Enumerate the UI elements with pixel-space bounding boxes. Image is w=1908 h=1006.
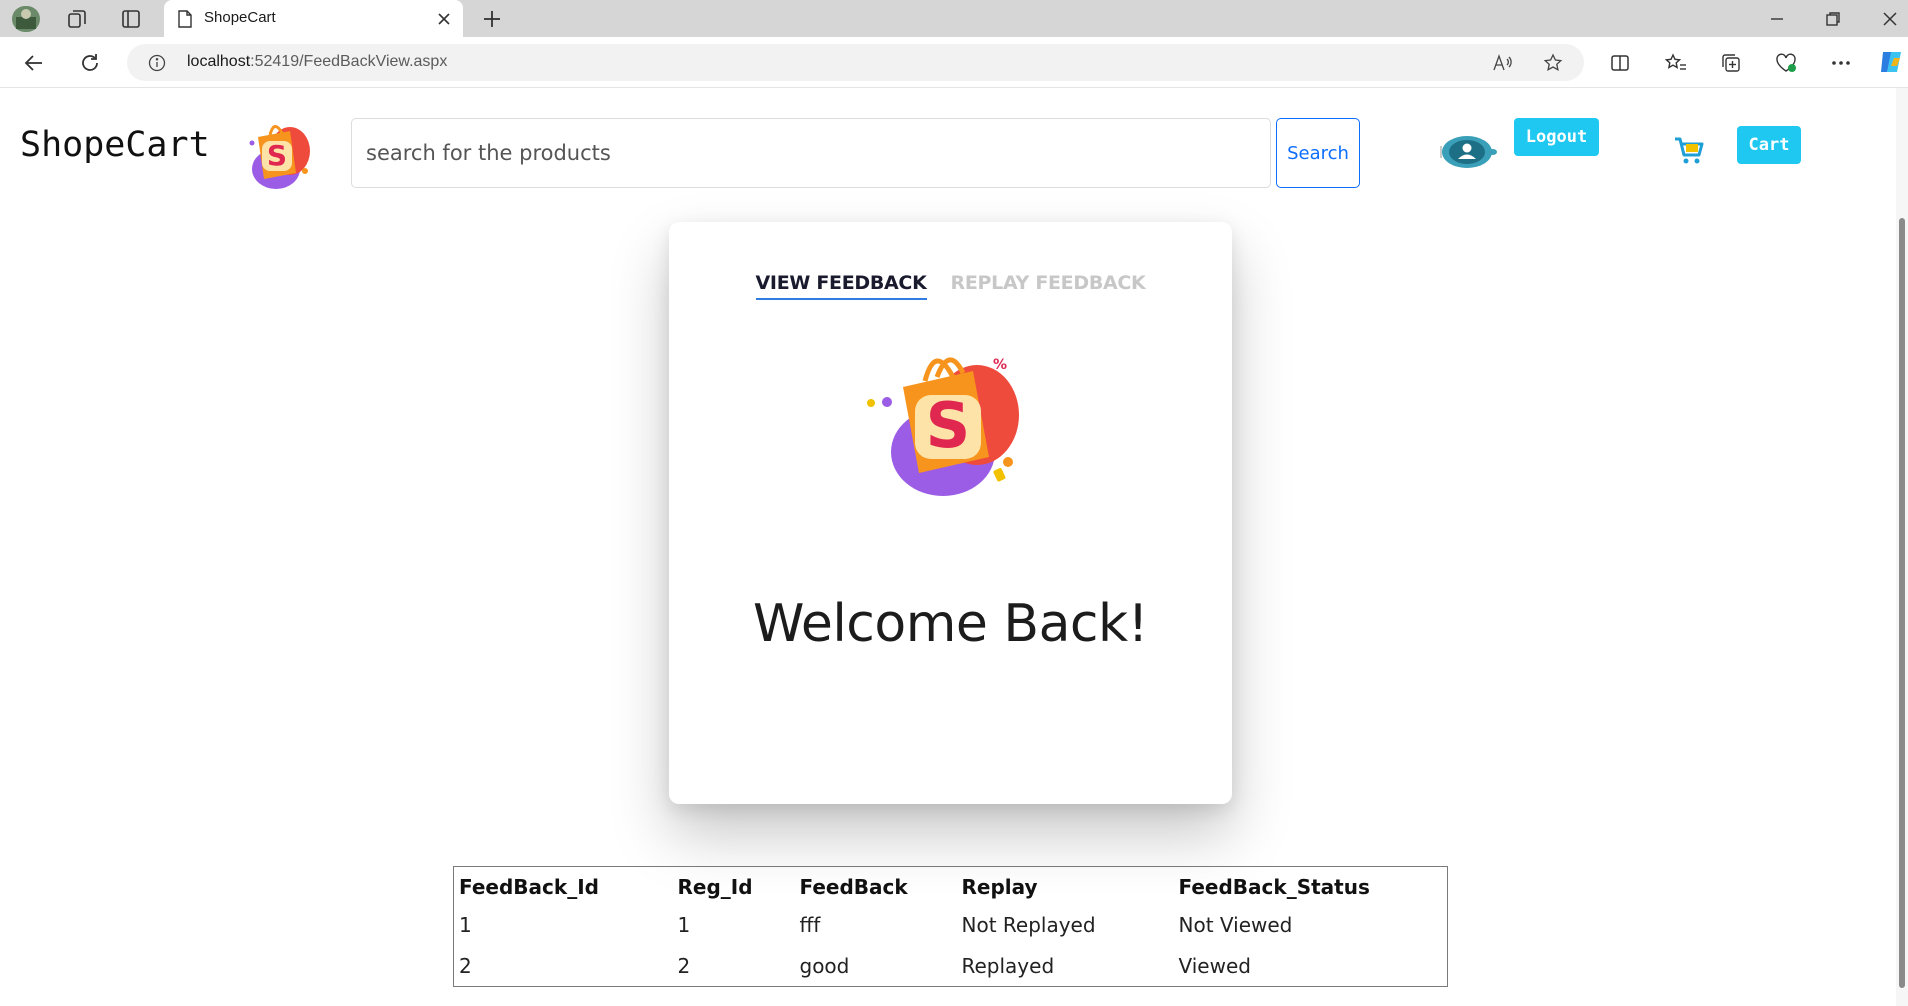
minimize-icon[interactable] [1764, 6, 1790, 32]
svg-text:S: S [267, 139, 287, 172]
cart-button[interactable]: Cart [1737, 126, 1801, 164]
table-row: 2 2 good Replayed Viewed [454, 946, 1448, 987]
url-path: :52419/FeedBackView.aspx [250, 53, 448, 70]
user-account-icon[interactable] [1440, 134, 1498, 170]
table-cell-feedback: good [799, 953, 850, 978]
column-header-feedback-id: FeedBack_Id [459, 874, 599, 899]
svg-text:%: % [993, 357, 1007, 373]
profile-avatar-icon[interactable] [10, 4, 42, 34]
browser-essentials-icon[interactable] [1772, 49, 1800, 77]
url-field[interactable]: localhost:52419/FeedBackView.aspx [127, 44, 1584, 81]
table-cell-reg-id: 2 [677, 953, 691, 978]
page-icon [176, 9, 194, 29]
read-aloud-icon[interactable] [1491, 52, 1515, 74]
svg-text:S: S [926, 389, 971, 462]
copilot-icon[interactable] [1876, 47, 1906, 77]
restore-icon[interactable] [1820, 6, 1846, 32]
tab-actions-icon[interactable] [118, 6, 144, 32]
welcome-heading: Welcome Back! [753, 594, 1148, 654]
tab-view-feedback[interactable]: VIEW FEEDBACK [755, 272, 927, 300]
tab-replay-feedback[interactable]: REPLAY FEEDBACK [951, 272, 1146, 300]
table-cell-replay: Not Replayed [961, 913, 1096, 937]
search-input[interactable] [351, 118, 1271, 188]
table-header-row: FeedBack_Id Reg_Id FeedBack Replay FeedB… [454, 867, 1448, 905]
feedback-tabs: VIEW FEEDBACK REPLAY FEEDBACK [669, 272, 1232, 300]
url-text: localhost:52419/FeedBackView.aspx [187, 53, 447, 71]
url-host: localhost [187, 53, 251, 70]
scrollbar-thumb[interactable] [1899, 218, 1905, 988]
table-cell-feedback-status: Not Viewed [1178, 913, 1293, 937]
tab-title: ShopeCart [204, 9, 276, 26]
feedback-table: FeedBack_Id Reg_Id FeedBack Replay FeedB… [453, 866, 1448, 987]
page-scrollbar[interactable] [1896, 88, 1908, 1006]
table-cell-feedback-status: Viewed [1178, 953, 1251, 978]
refresh-icon[interactable] [76, 49, 104, 77]
close-window-icon[interactable] [1877, 6, 1903, 32]
cart-icon[interactable] [1673, 134, 1705, 166]
column-header-feedback-status: FeedBack_Status [1178, 874, 1370, 899]
table-cell-reg-id: 1 [677, 913, 691, 937]
favorites-icon[interactable] [1662, 49, 1690, 77]
shop-logo-large-icon: S % [865, 337, 1035, 512]
table-cell-feedback: fff [799, 913, 821, 937]
table-cell-replay: Replayed [961, 953, 1055, 978]
column-header-replay: Replay [961, 874, 1038, 899]
column-header-reg-id: Reg_Id [677, 874, 753, 899]
site-info-icon[interactable] [147, 53, 167, 73]
shop-logo-icon[interactable]: S [238, 113, 320, 193]
back-arrow-icon[interactable] [20, 49, 48, 77]
table-row: 1 1 fff Not Replayed Not Viewed [454, 905, 1448, 946]
logout-button[interactable]: Logout [1514, 118, 1599, 156]
new-tab-icon[interactable] [479, 6, 505, 32]
workspaces-icon[interactable] [64, 6, 90, 32]
brand-name[interactable]: ShopeCart [20, 125, 210, 165]
browser-tab-bar: ShopeCart [0, 0, 1908, 37]
collections-icon[interactable] [1717, 49, 1745, 77]
close-tab-icon[interactable] [434, 9, 454, 29]
table-cell-feedback-id: 2 [459, 953, 472, 978]
split-screen-icon[interactable] [1606, 49, 1634, 77]
column-header-feedback: FeedBack [799, 874, 908, 899]
browser-tab-active[interactable]: ShopeCart [164, 0, 463, 37]
more-menu-icon[interactable] [1827, 49, 1855, 77]
feedback-card: VIEW FEEDBACK REPLAY FEEDBACK S % Welcom… [669, 222, 1232, 804]
favorite-star-icon[interactable] [1541, 52, 1565, 74]
table-cell-feedback-id: 1 [459, 913, 472, 937]
search-button[interactable]: Search [1276, 118, 1360, 188]
address-bar: localhost:52419/FeedBackView.aspx [0, 37, 1908, 88]
